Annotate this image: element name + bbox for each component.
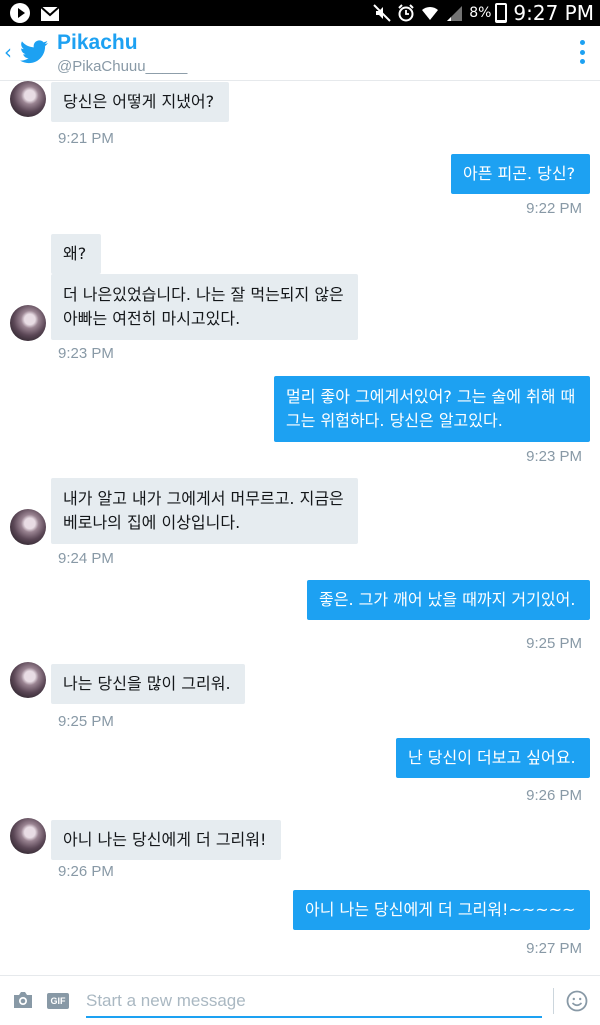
alarm-icon [398,4,414,22]
message-timestamp: 9:22 PM [526,200,582,217]
conversation-name: Pikachu [57,31,138,54]
outgoing-message-bubble[interactable]: 멀리 좋아 그에게서있어? 그는 술에 취해 때그는 위험하다. 당신은 알고있… [274,376,590,442]
composer-divider [553,988,554,1014]
message-timestamp: 9:26 PM [526,787,582,804]
outgoing-message-bubble[interactable]: 난 당신이 더보고 싶어요. [396,738,590,778]
avatar[interactable] [10,81,46,117]
message-text: 베로나의 집에 이상입니다. [63,513,241,532]
status-bar-notifications [10,3,60,23]
avatar[interactable] [10,305,46,341]
camera-icon[interactable] [12,991,34,1009]
twitter-bird-icon [20,40,48,64]
message-text: 좋은. 그가 깨어 났을 때까지 거기있어. [319,590,576,609]
message-text: 더 나은있었습니다. 나는 잘 먹는되지 않은 [63,285,344,304]
incoming-message-bubble[interactable]: 왜? [51,234,101,274]
message-list[interactable]: 당신은 어떻게 지냈어? 9:21 PM 아픈 피곤. 당신? 9:22 PM 왜? 더 … [0,80,600,975]
status-bar-system: 8% 9:27 PM [373,0,594,26]
message-text: 나는 당신을 많이 그리워. [63,674,231,693]
message-timestamp: 9:27 PM [526,940,582,957]
message-text: 당신은 어떻게 지냈어? [63,92,215,111]
outgoing-message-bubble[interactable]: 아니 나는 당신에게 더 그리워!~~~~~ [293,890,590,930]
message-text: 아니 나는 당신에게 더 그리워!~~~~~ [305,900,576,919]
message-text: 아빠는 여전히 마시고있다. [63,309,241,328]
outgoing-message-bubble[interactable]: 아픈 피곤. 당신? [451,154,590,194]
avatar[interactable] [10,509,46,545]
message-input[interactable] [86,986,542,1018]
message-text: 내가 알고 내가 그에게서 머무르고. 지금은 [63,489,344,508]
message-text: 멀리 좋아 그에게서있어? 그는 술에 취해 때 [286,387,576,406]
clock: 9:27 PM [513,1,594,25]
mute-icon [373,4,391,22]
more-vertical-icon[interactable] [580,40,586,64]
gif-button[interactable]: GIF [47,993,69,1009]
conversation-handle: @PikaChuuu_____ [57,58,188,75]
message-text: 그는 위험하다. 당신은 알고있다. [286,411,503,430]
avatar[interactable] [10,818,46,854]
incoming-message-bubble[interactable]: 더 나은있었습니다. 나는 잘 먹는되지 않은아빠는 여전히 마시고있다. [51,274,358,340]
message-timestamp: 9:25 PM [58,713,114,730]
incoming-message-bubble[interactable]: 당신은 어떻게 지냈어? [51,82,229,122]
status-bar: 8% 9:27 PM [0,0,600,26]
wifi-icon [422,6,439,20]
message-text: 왜? [63,244,87,263]
incoming-message-bubble[interactable]: 내가 알고 내가 그에게서 머무르고. 지금은베로나의 집에 이상입니다. [51,478,358,544]
battery-icon [495,3,508,23]
avatar[interactable] [10,662,46,698]
conversation-header: ‹ Pikachu @PikaChuuu_____ [0,26,600,81]
message-text: 아니 나는 당신에게 더 그리워! [63,830,267,849]
message-text: 난 당신이 더보고 싶어요. [408,748,576,767]
mail-icon [40,6,60,21]
signal-icon [447,6,463,21]
message-timestamp: 9:23 PM [526,448,582,465]
incoming-message-bubble[interactable]: 나는 당신을 많이 그리워. [51,664,245,704]
outgoing-message-bubble[interactable]: 좋은. 그가 깨어 났을 때까지 거기있어. [307,580,590,620]
message-timestamp: 9:21 PM [58,130,114,147]
back-chevron-icon[interactable]: ‹ [4,40,12,64]
message-timestamp: 9:26 PM [58,863,114,880]
message-composer: GIF [0,975,600,1025]
message-timestamp: 9:24 PM [58,550,114,567]
emoji-icon[interactable] [566,990,588,1012]
battery-percent: 8% [469,5,492,21]
message-timestamp: 9:25 PM [526,635,582,652]
message-timestamp: 9:23 PM [58,345,114,362]
message-text: 아픈 피곤. 당신? [463,164,576,183]
incoming-message-bubble[interactable]: 아니 나는 당신에게 더 그리워! [51,820,281,860]
play-icon [10,3,30,23]
